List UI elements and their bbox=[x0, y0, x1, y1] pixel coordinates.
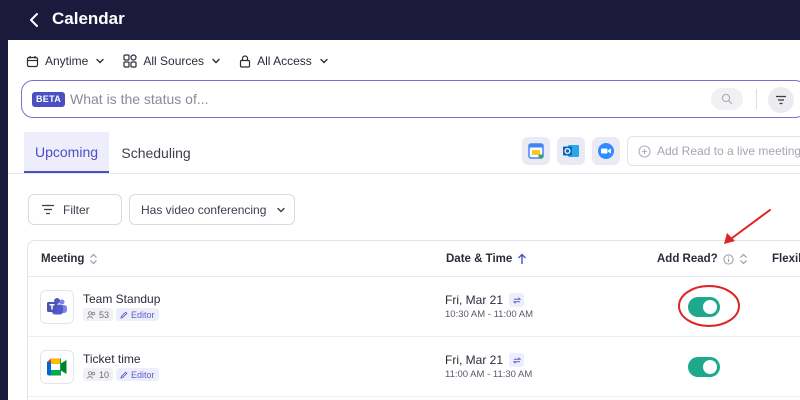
calendar-icon bbox=[26, 55, 39, 68]
search-bar: BETA bbox=[21, 80, 800, 118]
chevron-down-icon bbox=[319, 56, 329, 66]
plus-circle-icon bbox=[638, 144, 651, 158]
role-label: Editor bbox=[131, 309, 155, 320]
filter-button[interactable]: Filter bbox=[28, 194, 122, 225]
info-icon bbox=[723, 253, 734, 265]
google-meet-icon bbox=[40, 350, 74, 384]
role-badge: Editor bbox=[116, 308, 159, 321]
back-arrow-icon[interactable] bbox=[24, 9, 46, 31]
role-badge: Editor bbox=[116, 368, 159, 381]
sources-icon bbox=[123, 54, 137, 68]
anytime-dropdown[interactable]: Anytime bbox=[26, 54, 105, 68]
attendee-count: 53 bbox=[99, 309, 110, 320]
pencil-icon bbox=[120, 371, 128, 379]
meeting-name: Ticket time bbox=[83, 352, 141, 366]
meeting-name: Team Standup bbox=[83, 292, 161, 306]
tab-upcoming[interactable]: Upcoming bbox=[24, 132, 109, 173]
sort-icon bbox=[90, 253, 98, 265]
role-label: Editor bbox=[131, 369, 155, 380]
sort-ascending-icon bbox=[518, 253, 527, 264]
filter-lines-icon[interactable] bbox=[768, 87, 794, 113]
divider bbox=[756, 89, 757, 109]
lock-icon bbox=[239, 54, 251, 68]
filter-label: Filter bbox=[63, 202, 90, 217]
column-flexible-label: Flexil bbox=[772, 253, 800, 265]
top-bar: Calendar bbox=[0, 0, 800, 40]
main-panel: Anytime All Sources All Access BETA What… bbox=[8, 40, 800, 400]
add-read-toggle[interactable] bbox=[688, 297, 720, 317]
filter-bar: Anytime All Sources All Access bbox=[26, 52, 347, 70]
search-input[interactable] bbox=[70, 89, 670, 109]
attendee-count-badge: 53 bbox=[83, 308, 114, 321]
attendee-count-badge: 10 bbox=[83, 368, 114, 381]
all-sources-label: All Sources bbox=[143, 54, 205, 68]
all-access-label: All Access bbox=[257, 54, 312, 68]
video-conferencing-dropdown[interactable]: Has video conferencing bbox=[129, 194, 295, 225]
add-read-to-meeting-input[interactable]: Add Read to a live meeting bbox=[627, 136, 800, 166]
pencil-icon bbox=[120, 311, 128, 319]
recurring-icon bbox=[509, 293, 525, 307]
meeting-date-label: Fri, Mar 21 bbox=[445, 293, 504, 307]
chevron-down-icon bbox=[95, 56, 105, 66]
filter-lines-icon bbox=[42, 204, 54, 215]
recurring-icon bbox=[509, 353, 525, 367]
column-add-read[interactable]: Add Read? bbox=[657, 253, 748, 265]
beta-badge: BETA bbox=[32, 92, 66, 107]
meeting-date: Fri, Mar 21 bbox=[445, 293, 525, 307]
sort-icon bbox=[739, 253, 747, 265]
tab-scheduling[interactable]: Scheduling bbox=[111, 132, 201, 173]
column-meeting[interactable]: Meeting bbox=[41, 253, 98, 265]
anytime-label: Anytime bbox=[45, 54, 89, 68]
microsoft-teams-icon bbox=[40, 290, 74, 324]
meeting-date-label: Fri, Mar 21 bbox=[445, 353, 504, 367]
search-icon[interactable] bbox=[711, 88, 743, 110]
meeting-date: Fri, Mar 21 bbox=[445, 353, 525, 367]
column-meeting-label: Meeting bbox=[41, 253, 85, 265]
add-read-toggle[interactable] bbox=[688, 357, 720, 377]
people-icon bbox=[87, 370, 96, 379]
meeting-meta: 53 Editor bbox=[83, 308, 162, 321]
column-date-time-label: Date & Time bbox=[446, 253, 513, 265]
meeting-meta: 10 Editor bbox=[83, 368, 162, 381]
outlook-icon[interactable] bbox=[557, 137, 585, 165]
google-calendar-icon[interactable] bbox=[522, 137, 550, 165]
toggle-knob bbox=[703, 360, 717, 374]
meetings-table: Meeting Date & Time Add Read? Flexil Tea… bbox=[27, 240, 800, 400]
tabs-divider bbox=[8, 173, 800, 174]
all-sources-dropdown[interactable]: All Sources bbox=[123, 54, 221, 68]
meeting-time: 11:00 AM - 11:30 AM bbox=[445, 369, 533, 380]
people-icon bbox=[87, 310, 96, 319]
chevron-down-icon bbox=[211, 56, 221, 66]
add-read-label: Add Read to a live meeting bbox=[657, 144, 800, 158]
toggle-knob bbox=[703, 300, 717, 314]
column-add-read-label: Add Read? bbox=[657, 253, 718, 265]
zoom-icon[interactable] bbox=[592, 137, 620, 165]
meeting-time: 10:30 AM - 11:00 AM bbox=[445, 309, 534, 320]
page-title: Calendar bbox=[52, 9, 125, 28]
table-row[interactable]: Team Standup 53 Editor Fri, Mar 21 10:30… bbox=[28, 277, 800, 337]
all-access-dropdown[interactable]: All Access bbox=[239, 54, 329, 68]
table-row[interactable]: Ticket time 10 Editor Fri, Mar 21 11:00 … bbox=[28, 337, 800, 397]
column-date-time[interactable]: Date & Time bbox=[446, 253, 527, 265]
column-flexible[interactable]: Flexil bbox=[772, 253, 800, 265]
video-conferencing-label: Has video conferencing bbox=[141, 202, 267, 217]
table-header: Meeting Date & Time Add Read? Flexil bbox=[28, 241, 800, 277]
chevron-down-icon bbox=[277, 207, 286, 212]
attendee-count: 10 bbox=[99, 369, 110, 380]
